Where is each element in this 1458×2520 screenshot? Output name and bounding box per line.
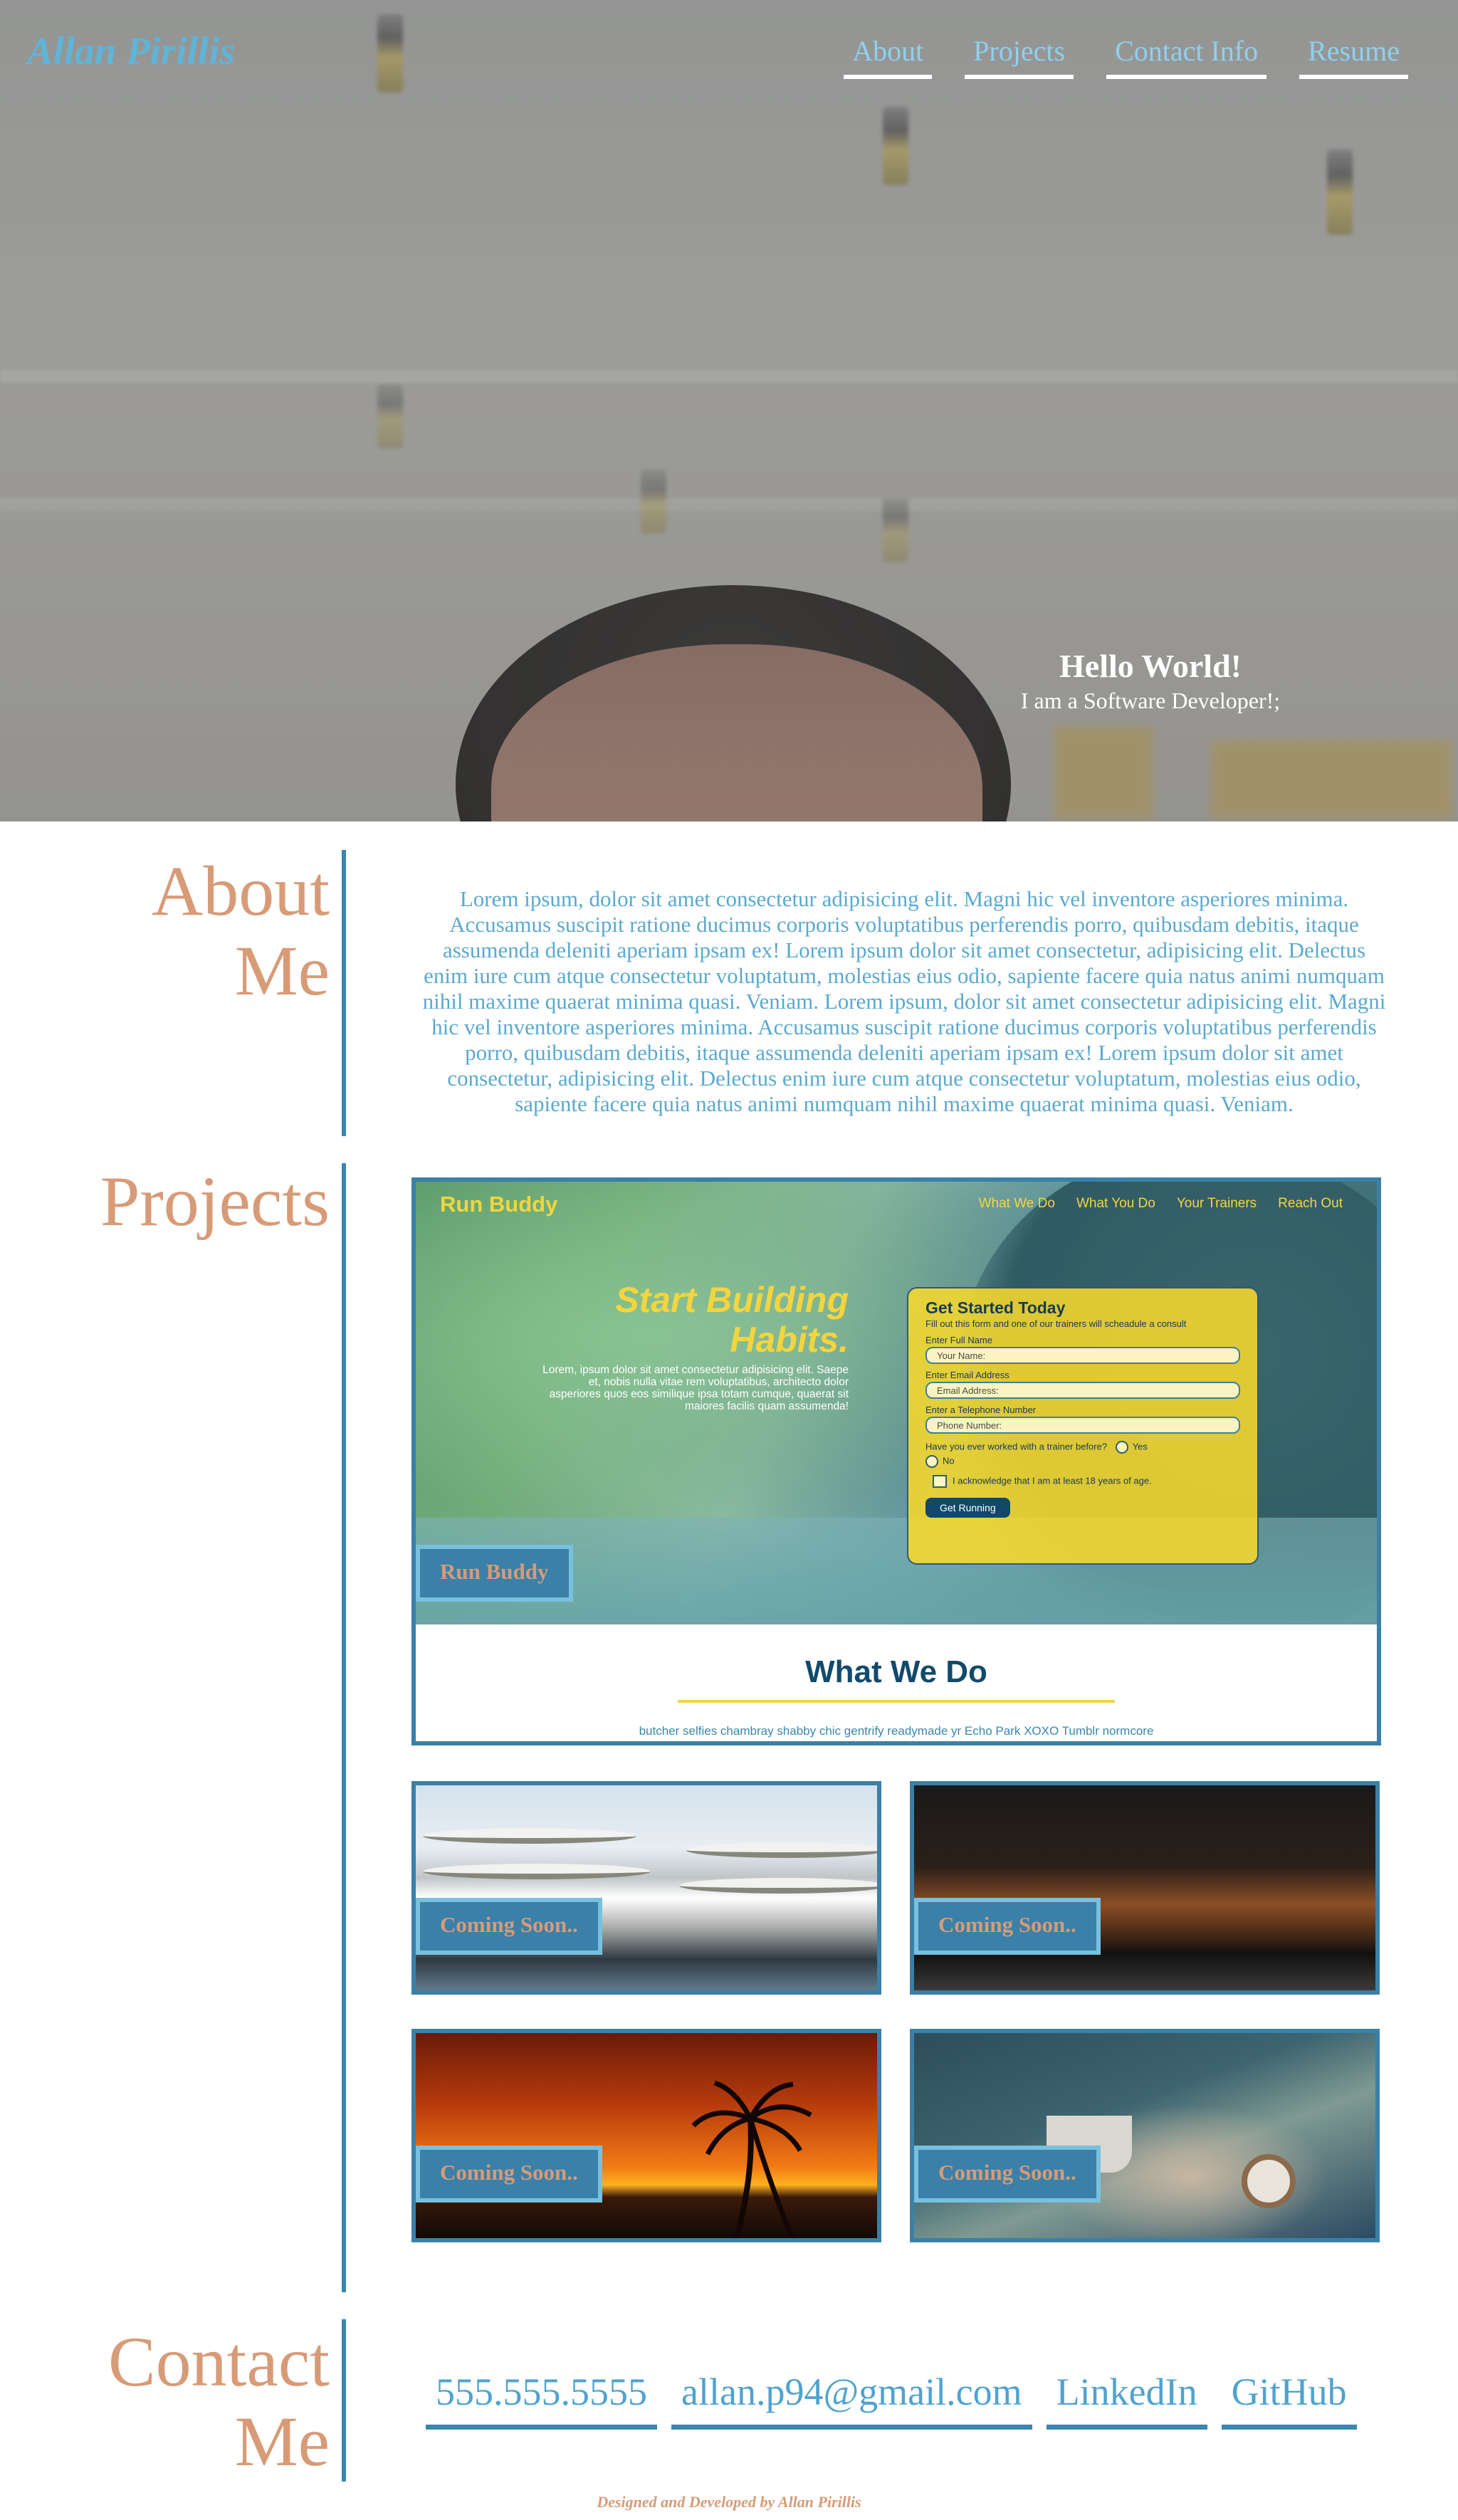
contact-title-line2: Me	[234, 2402, 330, 2481]
nav-link-projects[interactable]: Projects	[965, 34, 1074, 79]
project-label-coming-soon[interactable]: Coming Soon..	[914, 2146, 1101, 2203]
project-label-coming-soon[interactable]: Coming Soon..	[914, 1898, 1101, 1955]
run-buddy-form-title: Get Started Today	[925, 1298, 1066, 1317]
project-card-run-buddy[interactable]: Run Buddy What We Do What You Do Your Tr…	[411, 1177, 1381, 1745]
run-buddy-question-text: Have you ever worked with a trainer befo…	[925, 1441, 1108, 1452]
hero-subtitle: I am a Software Developer!;	[1020, 688, 1281, 713]
building-tier	[679, 1878, 877, 1894]
project-label-coming-soon[interactable]: Coming Soon..	[416, 1898, 602, 1955]
watch-icon	[1242, 2154, 1296, 2208]
building-tier	[686, 1842, 877, 1858]
run-buddy-no: No	[943, 1455, 955, 1466]
main-nav: About Projects Contact Info Resume	[811, 34, 1408, 79]
run-buddy-hero-title-line2: Habits.	[730, 1320, 849, 1360]
radio-icon	[1115, 1441, 1128, 1454]
run-buddy-form-subtitle: Fill out this form and one of our traine…	[925, 1318, 1187, 1329]
project-card-coming-soon-4[interactable]: Coming Soon..	[910, 2029, 1380, 2242]
project-card-coming-soon-3[interactable]: Coming Soon..	[411, 2029, 881, 2242]
run-buddy-nav-item: What We Do	[978, 1196, 1055, 1211]
projects-divider	[342, 1163, 346, 2292]
run-buddy-no-row: No	[925, 1455, 1240, 1468]
projects-title: Projects	[100, 1162, 330, 1241]
run-buddy-nav-item: Reach Out	[1278, 1196, 1343, 1211]
run-buddy-section-underline	[678, 1700, 1115, 1703]
checkbox-icon	[933, 1475, 947, 1488]
run-buddy-section-text: butcher selfies chambray shabby chic gen…	[639, 1724, 1154, 1738]
building-tier	[423, 1864, 651, 1879]
run-buddy-phone-input: Phone Number:	[925, 1417, 1240, 1434]
contact-title-line1: Contact	[107, 2322, 330, 2401]
about-title: About Me	[152, 851, 330, 1011]
run-buddy-yes: Yes	[1132, 1441, 1148, 1452]
about-title-line2: Me	[234, 931, 330, 1010]
contact-title: Contact Me	[108, 2322, 330, 2482]
building-tier	[423, 1828, 636, 1844]
run-buddy-hero-title-line1: Start Building	[615, 1280, 849, 1320]
hero-banner: Allan Pirillis About Projects Contact In…	[0, 0, 1458, 821]
contact-divider	[342, 2319, 346, 2482]
run-buddy-submit: Get Running	[925, 1498, 1010, 1518]
run-buddy-phone-label: Enter a Telephone Number	[925, 1405, 1037, 1415]
run-buddy-nav-item: Your Trainers	[1176, 1196, 1257, 1211]
run-buddy-what-we-do: What We Do butcher selfies chambray shab…	[416, 1624, 1377, 1741]
contact-linkedin-link[interactable]: LinkedIn	[1046, 2369, 1207, 2430]
run-buddy-name-label: Enter Full Name	[925, 1335, 992, 1345]
contact-phone-link[interactable]: 555.555.5555	[426, 2369, 657, 2430]
hero-title: Hello World!	[1059, 648, 1242, 684]
about-body: Lorem ipsum, dolor sit amet consectetur …	[422, 886, 1386, 1116]
project-card-coming-soon-1[interactable]: Coming Soon..	[411, 1781, 881, 1995]
project-card-coming-soon-2[interactable]: Coming Soon..	[910, 1781, 1380, 1995]
run-buddy-nav-item: What You Do	[1076, 1196, 1155, 1211]
site-brand[interactable]: Allan Pirillis	[27, 28, 235, 73]
nav-link-contact[interactable]: Contact Info	[1106, 34, 1267, 79]
run-buddy-trainer-question: Have you ever worked with a trainer befo…	[925, 1441, 1240, 1454]
run-buddy-nav: What We Do What You Do Your Trainers Rea…	[979, 1196, 1343, 1212]
contact-links: 555.555.5555 allan.p94@gmail.com LinkedI…	[426, 2369, 1371, 2430]
project-label-run-buddy[interactable]: Run Buddy	[416, 1545, 573, 1602]
contact-github-link[interactable]: GitHub	[1221, 2369, 1357, 2430]
run-buddy-section-title: What We Do	[805, 1654, 987, 1689]
radio-icon	[925, 1455, 938, 1468]
about-divider	[342, 850, 346, 1136]
run-buddy-logo: Run Buddy	[440, 1192, 558, 1217]
about-title-line1: About	[152, 851, 330, 930]
project-label-coming-soon[interactable]: Coming Soon..	[416, 2146, 602, 2203]
run-buddy-name-input: Your Name:	[925, 1347, 1240, 1364]
run-buddy-ack-row: I acknowledge that I am at least 18 year…	[933, 1475, 1240, 1488]
palm-tree-icon	[691, 2080, 812, 2238]
run-buddy-hero-title: Start Building Habits.	[535, 1280, 849, 1360]
run-buddy-hero-body: Lorem, ipsum dolor sit amet consectetur …	[542, 1364, 849, 1412]
run-buddy-ack: I acknowledge that I am at least 18 year…	[953, 1475, 1152, 1486]
nav-link-resume[interactable]: Resume	[1299, 34, 1408, 79]
run-buddy-email-label: Enter Email Address	[925, 1370, 1009, 1380]
footer-credit: Designed and Developed by Allan Pirillis	[597, 2493, 861, 2511]
hero-greeting: Hello World! I am a Software Developer!;	[937, 646, 1364, 715]
run-buddy-email-input: Email Address:	[925, 1382, 1240, 1399]
run-buddy-form: Get Started Today Fill out this form and…	[907, 1287, 1259, 1565]
nav-link-about[interactable]: About	[844, 34, 933, 79]
contact-email-link[interactable]: allan.p94@gmail.com	[671, 2369, 1032, 2430]
